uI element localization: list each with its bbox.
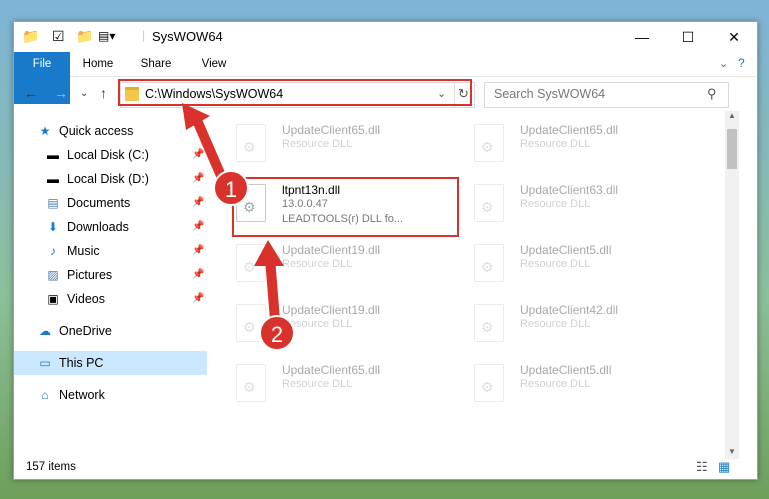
- step-badge-2: 2: [259, 315, 295, 351]
- arrow-2-head: [254, 240, 284, 266]
- arrow-1-shaft: [191, 113, 227, 183]
- arrow-2-shaft: [265, 253, 280, 325]
- step-badge-1: 1: [213, 170, 249, 206]
- annotation-arrows: [182, 103, 284, 325]
